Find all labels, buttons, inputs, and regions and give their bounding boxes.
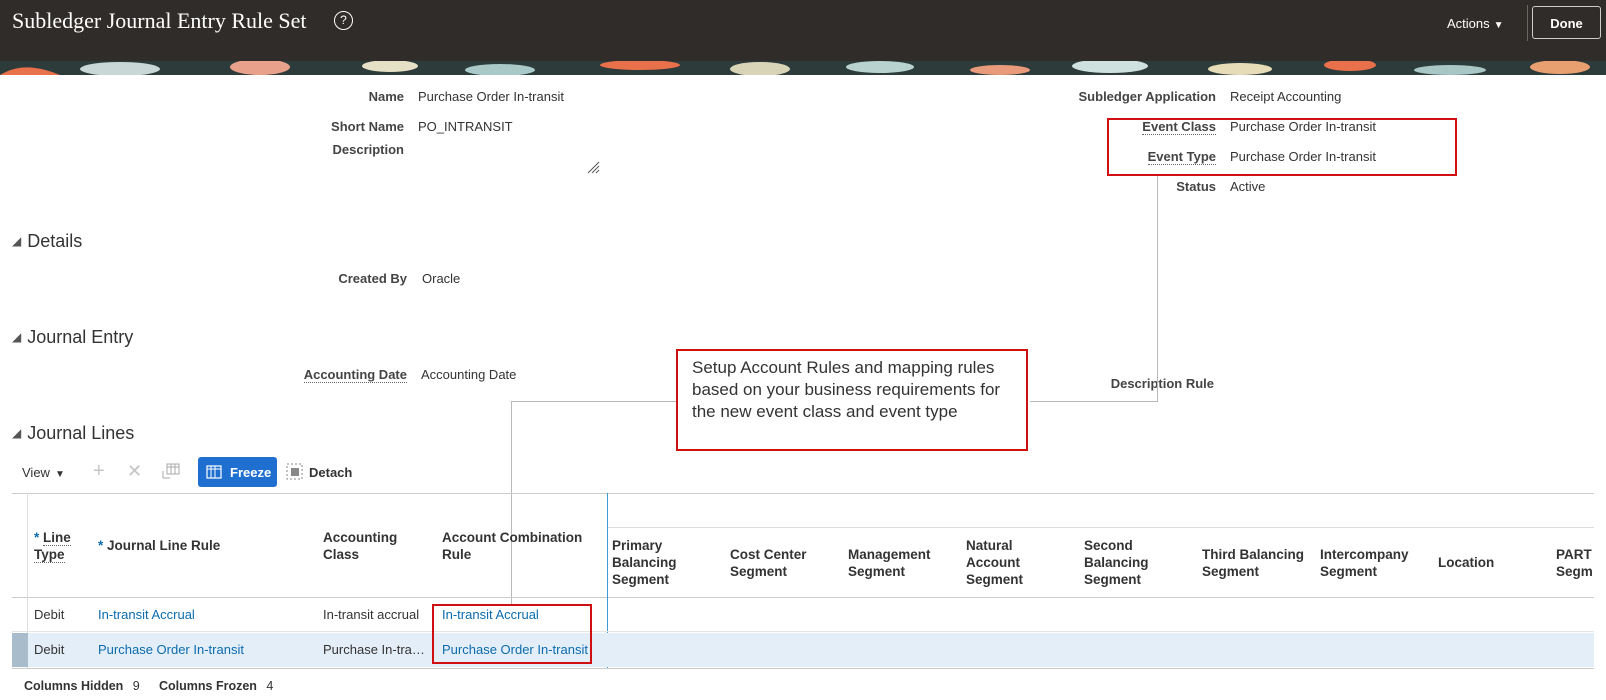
page-header: Subledger Journal Entry Rule Set ? Actio… bbox=[0, 0, 1606, 61]
callout-connector-left-h bbox=[511, 401, 676, 402]
callout-connector-right-h bbox=[1030, 401, 1158, 402]
col-header-primary-balancing-segment[interactable]: Primary Balancing Segment bbox=[612, 537, 712, 588]
journal-lines-table: * Line Type * Journal Line Rule Accounti… bbox=[12, 493, 1594, 669]
accounting-date-value: Accounting Date bbox=[421, 367, 517, 382]
description-rule-label: Description Rule bbox=[1110, 376, 1214, 391]
callout-connector-right bbox=[1157, 176, 1158, 402]
col-header-accounting-class[interactable]: Accounting Class bbox=[323, 529, 423, 563]
created-by-value: Oracle bbox=[422, 271, 461, 286]
account-combination-highlight-box bbox=[432, 604, 592, 664]
col-header-line-type[interactable]: * Line Type bbox=[34, 529, 94, 563]
done-button[interactable]: Done bbox=[1532, 6, 1601, 39]
subledger-application-label: Subledger Application bbox=[1078, 89, 1216, 104]
col-header-partial[interactable]: PART Segm bbox=[1556, 546, 1594, 580]
short-name-value: PO_INTRANSIT bbox=[418, 119, 513, 134]
cell-journal-line-rule-link[interactable]: Purchase Order In-transit bbox=[98, 642, 244, 657]
scroll-header-line bbox=[608, 527, 1594, 528]
col-header-management-segment[interactable]: Management Segment bbox=[848, 546, 948, 580]
col-header-journal-line-rule[interactable]: * Journal Line Rule bbox=[98, 537, 308, 554]
cell-line-type: Debit bbox=[34, 642, 65, 657]
description-label: Description bbox=[332, 142, 404, 157]
journal-lines-section-header[interactable]: ◢ Journal Lines bbox=[12, 423, 134, 444]
name-value: Purchase Order In-transit bbox=[418, 89, 564, 104]
col-header-cost-center-segment[interactable]: Cost Center Segment bbox=[730, 546, 830, 580]
caret-down-icon: ▼ bbox=[54, 469, 65, 480]
details-section-header[interactable]: ◢ Details bbox=[12, 231, 82, 252]
short-name-label: Short Name bbox=[331, 119, 404, 134]
cell-line-type: Debit bbox=[34, 607, 65, 622]
question-circle-icon[interactable]: ? bbox=[334, 11, 353, 30]
actions-label: Actions bbox=[1447, 16, 1490, 31]
view-menu[interactable]: View ▼ bbox=[22, 465, 65, 480]
event-highlight-box bbox=[1107, 118, 1457, 176]
cell-accounting-class: Purchase In-tra… bbox=[323, 642, 425, 657]
col-header-location[interactable]: Location bbox=[1438, 554, 1538, 571]
journal-entry-section-header[interactable]: ◢ Journal Entry bbox=[12, 327, 133, 348]
freeze-button[interactable]: Freeze bbox=[198, 457, 277, 487]
view-label: View bbox=[22, 465, 50, 480]
x-icon[interactable]: ✕ bbox=[127, 461, 142, 482]
table-top-border bbox=[12, 493, 1594, 494]
col-header-account-combination-rule[interactable]: Account Combination Rule bbox=[442, 529, 602, 563]
status-value: Active bbox=[1230, 179, 1266, 194]
columns-hidden-status: Columns Hidden 9 bbox=[24, 679, 140, 693]
cell-journal-line-rule-link[interactable]: In-transit Accrual bbox=[98, 607, 195, 622]
cell-accounting-class: In-transit accrual bbox=[323, 607, 420, 622]
caret-down-icon: ▼ bbox=[1493, 20, 1504, 31]
decorative-banner bbox=[0, 61, 1606, 75]
col-header-second-balancing-segment[interactable]: Second Balancing Segment bbox=[1084, 537, 1174, 588]
detach-button[interactable]: Detach bbox=[309, 465, 352, 480]
detach-icon[interactable] bbox=[286, 463, 303, 480]
table-row-selected[interactable] bbox=[12, 633, 1594, 667]
col-header-third-balancing-segment[interactable]: Third Balancing Segment bbox=[1202, 546, 1312, 580]
row-selector[interactable] bbox=[12, 633, 28, 667]
table-columns-icon[interactable] bbox=[162, 463, 180, 479]
journal-entry-title: Journal Entry bbox=[27, 327, 134, 347]
plus-icon[interactable]: + bbox=[93, 460, 105, 483]
page-title: Subledger Journal Entry Rule Set bbox=[12, 8, 307, 33]
details-title: Details bbox=[27, 231, 83, 251]
col-header-natural-account-segment[interactable]: Natural Account Segment bbox=[966, 537, 1056, 588]
columns-frozen-status: Columns Frozen 4 bbox=[159, 679, 274, 693]
status-label: Status bbox=[1176, 179, 1216, 194]
freeze-columns-icon bbox=[206, 465, 222, 479]
journal-lines-title: Journal Lines bbox=[27, 423, 135, 443]
textarea-resize-icon[interactable] bbox=[586, 160, 600, 174]
created-by-label: Created By bbox=[338, 271, 407, 286]
header-divider bbox=[1527, 5, 1528, 41]
table-row[interactable] bbox=[12, 598, 1594, 632]
collapse-triangle-icon: ◢ bbox=[12, 234, 22, 248]
table-bottom-border bbox=[12, 668, 1594, 669]
col-header-intercompany-segment[interactable]: Intercompany Segment bbox=[1320, 546, 1430, 580]
accounting-date-label: Accounting Date bbox=[303, 367, 407, 383]
collapse-triangle-icon: ◢ bbox=[12, 426, 22, 440]
actions-menu[interactable]: Actions ▼ bbox=[1447, 16, 1504, 31]
freeze-label: Freeze bbox=[230, 465, 272, 480]
collapse-triangle-icon: ◢ bbox=[12, 330, 22, 344]
banner-pattern-icon bbox=[0, 61, 1606, 75]
annotation-callout: Setup Account Rules and mapping rules ba… bbox=[676, 349, 1028, 451]
name-label: Name bbox=[368, 89, 404, 104]
subledger-application-value: Receipt Accounting bbox=[1230, 89, 1342, 104]
